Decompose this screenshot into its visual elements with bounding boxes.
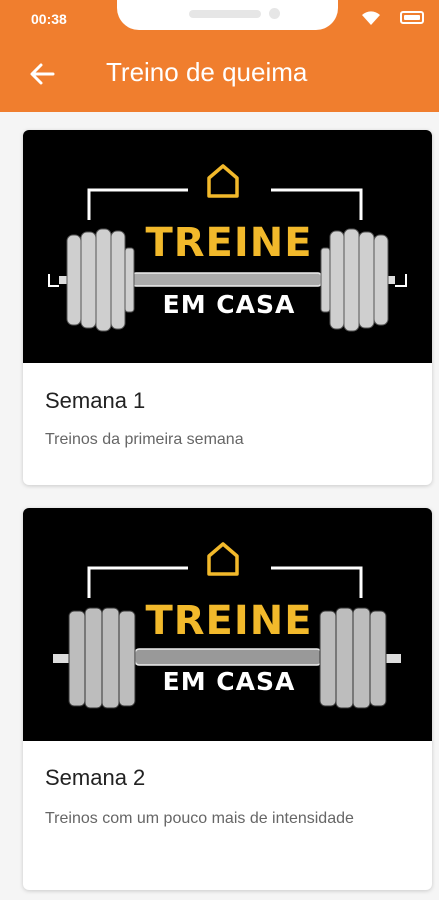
logo-line2: EM CASA <box>163 667 296 696</box>
logo-line2: EM CASA <box>163 290 296 319</box>
week-card[interactable]: TREINE EM CASA Semana 2 Treinos com um p… <box>23 508 432 890</box>
app-screen: 00:38 Treino de queima TREINE EM CASA Se… <box>0 0 439 900</box>
logo-line1: TREINE <box>145 220 312 266</box>
device-notch <box>117 0 338 30</box>
card-subtitle: Treinos com um pouco mais de intensidade <box>45 810 354 827</box>
card-title: Semana 2 <box>45 765 146 790</box>
card-subtitle: Treinos da primeira semana <box>45 431 244 448</box>
card-banner-image: TREINE EM CASA <box>23 508 432 741</box>
logo-line1: TREINE <box>145 598 312 644</box>
treine-em-casa-logo: TREINE EM CASA <box>53 542 401 709</box>
arrow-left-icon <box>30 63 55 85</box>
treine-em-casa-logo: TREINE EM CASA <box>48 164 407 332</box>
page-title: Treino de queima <box>106 57 308 87</box>
back-button[interactable] <box>24 56 60 92</box>
wifi-icon <box>362 11 380 25</box>
status-time: 00:38 <box>31 11 67 27</box>
card-banner-image: TREINE EM CASA <box>23 130 432 363</box>
camera-dot <box>269 8 280 19</box>
battery-icon <box>400 11 424 24</box>
app-bar: 00:38 Treino de queima <box>0 0 439 112</box>
status-bar: 00:38 <box>0 0 439 36</box>
card-title: Semana 1 <box>45 388 146 413</box>
speaker-pill <box>189 10 261 18</box>
week-card[interactable]: TREINE EM CASA Semana 1 Treinos da prime… <box>23 130 432 485</box>
